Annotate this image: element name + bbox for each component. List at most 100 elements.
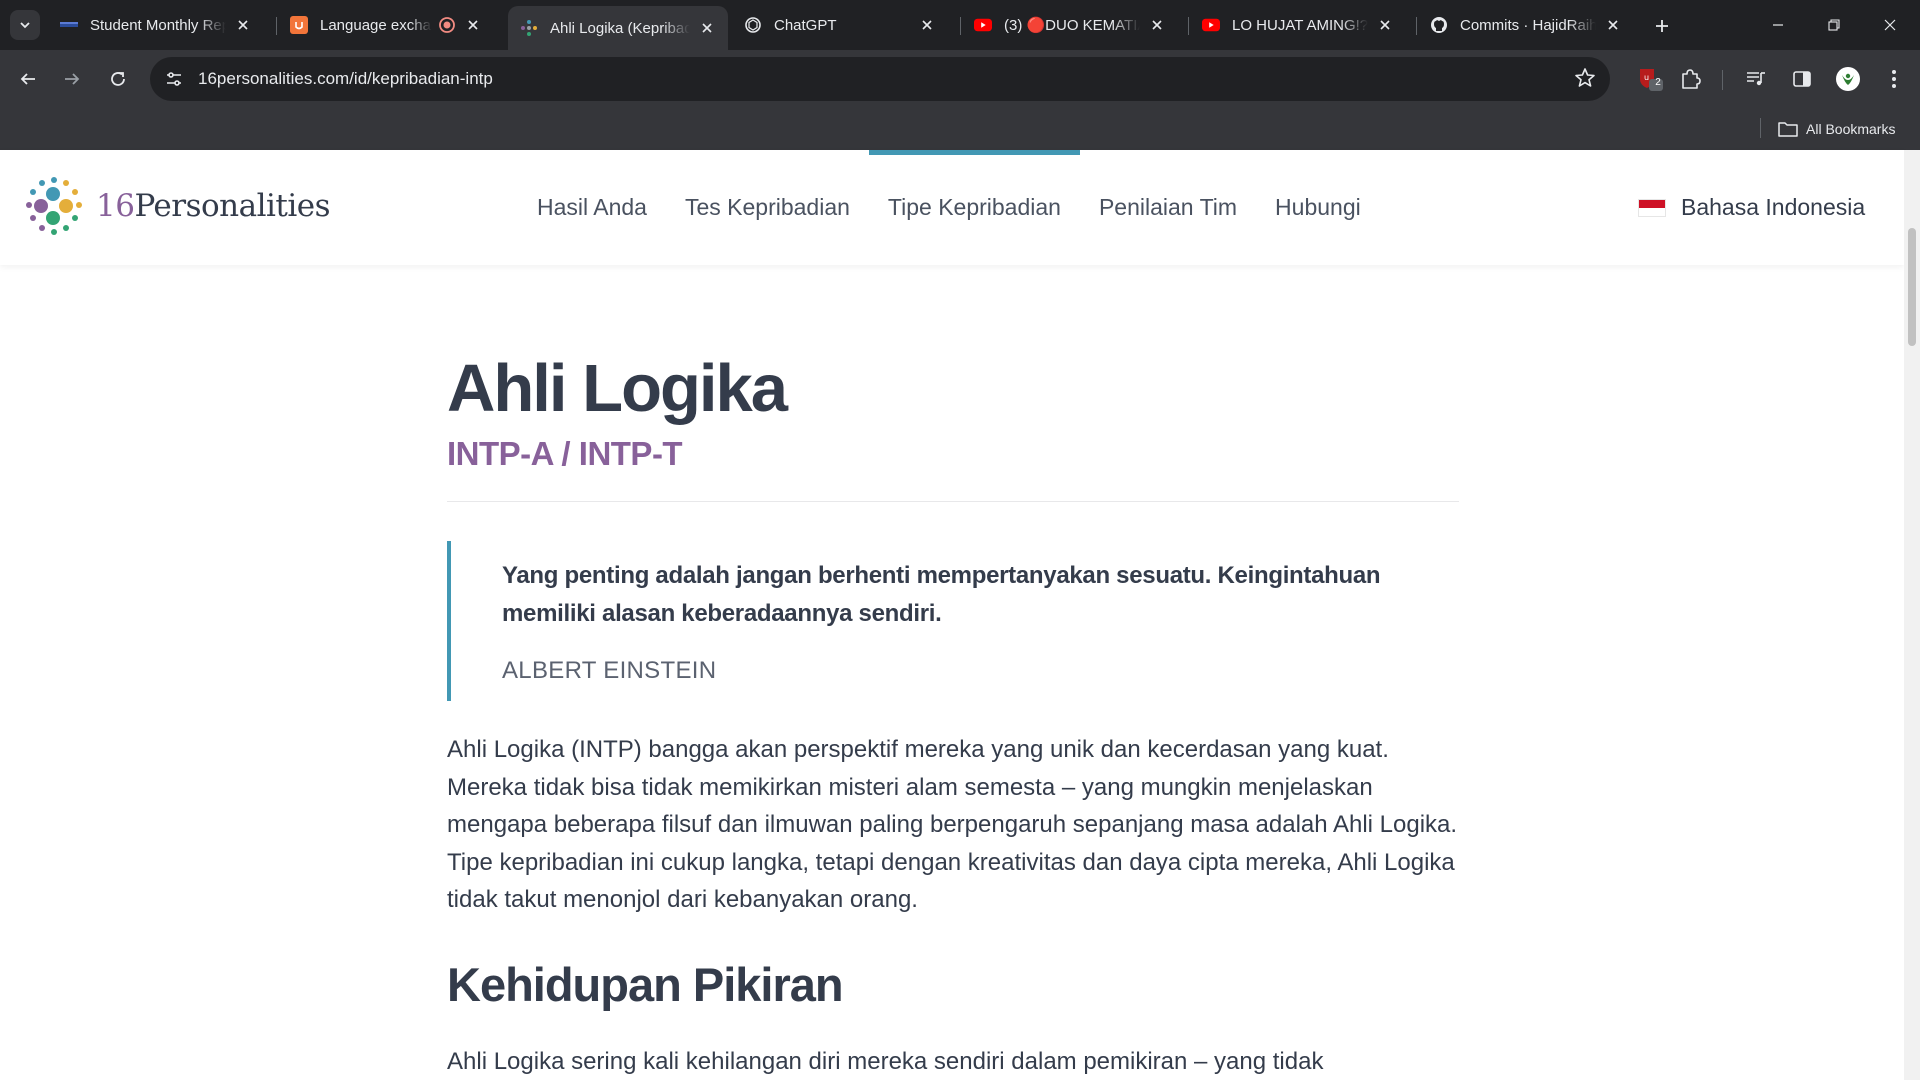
more-vertical-icon: [1892, 70, 1896, 88]
nav-hasil-anda[interactable]: Hasil Anda: [518, 150, 666, 265]
minimize-icon: [1773, 24, 1783, 26]
tab-title: Student Monthly Report: [90, 16, 226, 34]
youtube-favicon: [1202, 16, 1220, 34]
address-bar[interactable]: 16personalities.com/id/kepribadian-intp: [150, 57, 1610, 101]
nav-label: Tes Kepribadian: [684, 194, 850, 220]
arrow-left-icon: [20, 73, 35, 85]
close-tab-icon[interactable]: [234, 16, 252, 34]
tab-student-monthly-report[interactable]: Student Monthly Report: [48, 8, 264, 42]
page-scrollbar[interactable]: [1904, 150, 1920, 1080]
tab-ahli-logika[interactable]: Ahli Logika (Kepribadian INTP): [508, 6, 728, 50]
nav-hubungi[interactable]: Hubungi: [1256, 150, 1380, 265]
tab-title: Language exchange: [320, 16, 432, 34]
back-button[interactable]: [12, 63, 44, 95]
toolbar-separator: [1722, 70, 1723, 90]
bookmarks-bar: All Bookmarks: [0, 108, 1920, 150]
chrome-menu-button[interactable]: [1878, 63, 1910, 95]
ublock-extension-icon[interactable]: u 2: [1634, 63, 1666, 95]
tab-search-button[interactable]: [10, 10, 40, 40]
bookmarks-separator: [1760, 118, 1761, 138]
restore-button[interactable]: [1806, 0, 1862, 50]
intro-paragraph: Ahli Logika (INTP) bangga akan perspekti…: [447, 736, 1458, 913]
chatgpt-favicon: [744, 16, 762, 34]
nav-label: Hubungi: [1275, 194, 1361, 220]
language-selector[interactable]: Bahasa Indonesia: [1638, 150, 1865, 265]
site-info-button[interactable]: [156, 61, 192, 97]
arrow-right-icon: [65, 73, 80, 85]
report-favicon: [60, 16, 78, 34]
tab-title: LO HUJAT AMING!? T: [1232, 16, 1368, 34]
new-tab-button[interactable]: [1648, 12, 1676, 40]
close-icon: [1884, 19, 1896, 31]
nav-label: Tipe Kepribadian: [887, 194, 1061, 220]
section-heading: Kehidupan Pikiran: [447, 958, 844, 1011]
all-bookmarks-button[interactable]: All Bookmarks: [1778, 116, 1895, 142]
close-tab-icon[interactable]: [464, 16, 482, 34]
github-favicon: [1430, 16, 1448, 34]
bookmark-star-icon[interactable]: [1574, 67, 1596, 94]
reload-button[interactable]: [102, 63, 134, 95]
puzzle-icon: [1682, 69, 1701, 89]
browser-toolbar: 16personalities.com/id/kepribadian-intp …: [0, 50, 1920, 108]
close-tab-icon[interactable]: [1376, 16, 1394, 34]
scrollbar-thumb[interactable]: [1908, 228, 1916, 346]
quote-author: ALBERT EINSTEIN: [502, 657, 717, 684]
profile-avatar[interactable]: [1832, 63, 1864, 95]
forward-button[interactable]: [56, 63, 88, 95]
tab-title: Ahli Logika (Kepribadian INTP): [550, 19, 690, 37]
nav-label: Hasil Anda: [537, 194, 647, 220]
avatar-icon: [1836, 67, 1860, 91]
16personalities-logo-icon: [26, 177, 82, 235]
tab-language-exchange[interactable]: Language exchange: [278, 8, 494, 42]
plus-icon: [1656, 20, 1668, 32]
youtube-favicon: [974, 16, 992, 34]
tab-youtube-duo-kematian[interactable]: (3) 🔴DUO KEMATIAN: [962, 8, 1178, 42]
tab-separator: [276, 17, 277, 35]
all-bookmarks-label: All Bookmarks: [1806, 121, 1896, 137]
tab-chatgpt[interactable]: ChatGPT: [732, 8, 948, 42]
tab-title: ChatGPT: [774, 16, 837, 34]
section-paragraph: Ahli Logika sering kali kehilangan diri …: [447, 1048, 1324, 1075]
nav-tipe-kepribadian[interactable]: Tipe Kepribadian: [868, 150, 1081, 265]
recording-icon: [438, 16, 456, 34]
queue-music-icon: [1747, 72, 1765, 86]
close-tab-icon[interactable]: [918, 16, 936, 34]
restore-icon: [1828, 19, 1840, 31]
logo-word: Personalities: [134, 188, 331, 224]
side-panel-icon: [1793, 71, 1811, 87]
personality-codes: INTP-A / INTP-T: [447, 435, 683, 472]
16personalities-favicon: [520, 19, 538, 37]
extension-badge: 2: [1655, 77, 1661, 88]
close-tab-icon[interactable]: [1148, 16, 1166, 34]
nav-tes-kepribadian[interactable]: Tes Kepribadian: [666, 150, 869, 265]
close-tab-icon[interactable]: [1604, 16, 1622, 34]
logo-wordmark: 16Personalities: [96, 188, 331, 224]
nav-penilaian-tim[interactable]: Penilaian Tim: [1080, 150, 1256, 265]
language-label: Bahasa Indonesia: [1681, 194, 1866, 220]
page-title: Ahli Logika: [447, 351, 788, 426]
tab-title: (3) 🔴DUO KEMATIAN: [1004, 17, 1140, 34]
site-header: 16Personalities Hasil Anda Tes Kepribadi…: [0, 150, 1904, 265]
tab-github-commits[interactable]: Commits · HajidRaihan: [1418, 8, 1634, 42]
svg-text:u: u: [1644, 73, 1649, 82]
indonesia-flag-icon: [1638, 198, 1666, 217]
url-text: 16personalities.com/id/kepribadian-intp: [198, 69, 493, 88]
minimize-button[interactable]: [1750, 0, 1806, 50]
logo-number: 16: [96, 188, 135, 224]
divider: [447, 501, 1459, 502]
quote-text: Yang penting adalah jangan berhenti memp…: [502, 562, 1381, 627]
chevron-down-icon: [20, 22, 30, 29]
site-logo[interactable]: 16Personalities: [22, 174, 331, 238]
tab-separator: [1188, 17, 1189, 35]
tab-separator: [960, 17, 961, 35]
tab-title: Commits · HajidRaihan: [1460, 16, 1596, 34]
folder-icon: [1778, 122, 1798, 137]
close-window-button[interactable]: [1862, 0, 1918, 50]
tab-strip: Student Monthly Report Language exchange…: [0, 0, 1920, 50]
side-panel-button[interactable]: [1786, 63, 1818, 95]
close-tab-icon[interactable]: [698, 19, 716, 37]
tab-youtube-lo-hujat-aming[interactable]: LO HUJAT AMING!? T: [1190, 8, 1406, 42]
extensions-button[interactable]: [1674, 63, 1706, 95]
media-controls-button[interactable]: [1740, 63, 1772, 95]
tab-separator: [1416, 17, 1417, 35]
